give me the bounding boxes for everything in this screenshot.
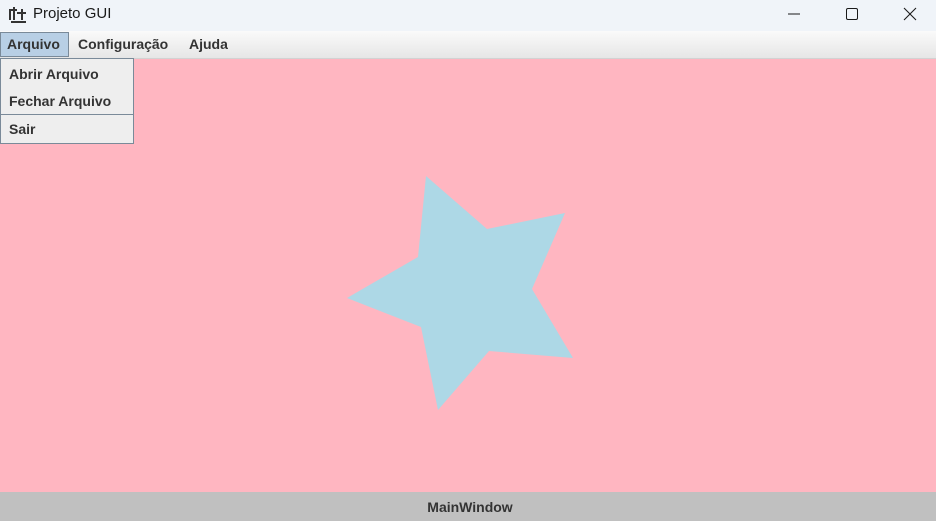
- title-bar: Projeto GUI: [0, 0, 936, 31]
- status-text: MainWindow: [427, 498, 513, 515]
- menu-bar: Arquivo Configuração Ajuda: [0, 31, 936, 59]
- minimize-icon: [788, 13, 800, 15]
- close-button[interactable]: [881, 0, 936, 28]
- close-icon: [903, 7, 917, 21]
- main-window: Projeto GUI Arquivo Configuração Ajuda A…: [0, 0, 936, 521]
- maximize-button[interactable]: [823, 0, 881, 28]
- star-shape: [347, 176, 573, 410]
- arquivo-dropdown: Abrir Arquivo Fechar Arquivo Sair: [0, 58, 134, 144]
- maximize-icon: [846, 8, 858, 20]
- menu-item-fechar-arquivo[interactable]: Fechar Arquivo: [9, 91, 111, 111]
- minimize-button[interactable]: [765, 0, 823, 28]
- app-icon: [9, 7, 26, 23]
- window-title: Projeto GUI: [33, 5, 112, 22]
- canvas-star: [347, 176, 573, 410]
- menu-arquivo[interactable]: Arquivo: [0, 32, 69, 57]
- menu-separator: [1, 114, 133, 115]
- menu-item-abrir-arquivo[interactable]: Abrir Arquivo: [9, 64, 99, 84]
- status-bar: MainWindow: [0, 492, 936, 521]
- menu-ajuda[interactable]: Ajuda: [189, 32, 228, 57]
- menu-configuracao[interactable]: Configuração: [78, 32, 168, 57]
- menu-item-sair[interactable]: Sair: [9, 119, 35, 139]
